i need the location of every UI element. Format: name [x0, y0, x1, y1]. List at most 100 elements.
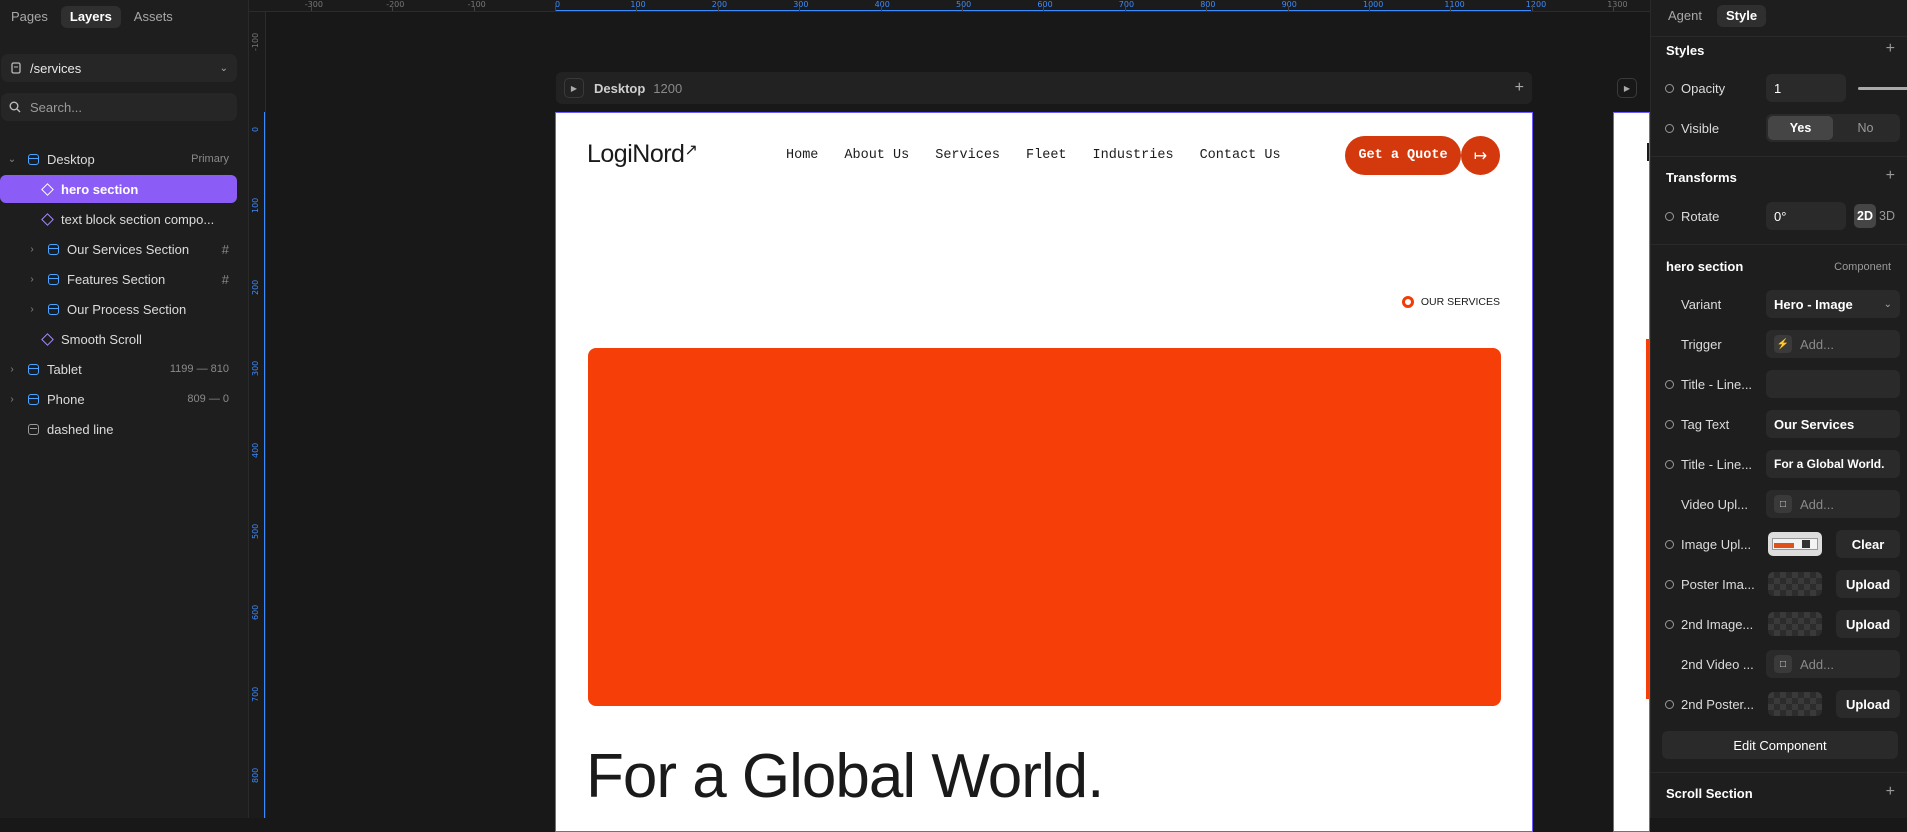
line-icon [27, 423, 39, 435]
chevron-right-icon[interactable]: › [5, 364, 19, 375]
variable-icon[interactable] [1665, 380, 1674, 389]
rotate-input[interactable]: 0° [1766, 202, 1846, 230]
tab-pages[interactable]: Pages [2, 6, 57, 28]
variable-icon[interactable] [1665, 540, 1674, 549]
nav-industries[interactable]: Industries [1093, 148, 1174, 163]
scroll-section-heading: Scroll Section [1666, 786, 1753, 801]
layer-name: Smooth Scroll [61, 331, 142, 347]
nav-services[interactable]: Services [935, 148, 1000, 163]
upload-button[interactable]: Upload [1836, 570, 1900, 598]
add-scroll-section-icon[interactable]: + [1886, 783, 1895, 801]
opacity-input[interactable]: 1 [1766, 74, 1846, 102]
add-breakpoint-icon[interactable]: + [1515, 79, 1524, 97]
ruler-tick-label: 100 [251, 198, 260, 214]
site-nav: Home About Us Services Fleet Industries … [786, 148, 1281, 163]
title-line-2-row: Title - Line... For a Global World. [1651, 449, 1907, 479]
tag-text-input[interactable]: Our Services [1766, 410, 1900, 438]
variable-icon[interactable] [1665, 84, 1674, 93]
tab-agent[interactable]: Agent [1659, 5, 1711, 27]
chevron-down-icon[interactable]: ⌄ [5, 154, 19, 165]
layer-desktop[interactable]: ⌄ Desktop Primary [0, 145, 237, 173]
ruler-tick-label: 600 [1037, 0, 1053, 9]
chevron-right-icon[interactable]: › [25, 274, 39, 285]
trigger-input[interactable]: ⚡ Add... [1766, 330, 1900, 358]
variable-icon[interactable] [1665, 580, 1674, 589]
layer-name: Tablet [47, 361, 82, 377]
grid-icon: # [221, 271, 229, 287]
desktop-frame[interactable]: LogiNord↗ Home About Us Services Fleet I… [555, 112, 1533, 832]
second-image-thumbnail[interactable] [1768, 612, 1822, 636]
visible-no[interactable]: No [1833, 116, 1898, 140]
second-video-input[interactable]: □ Add... [1766, 650, 1900, 678]
opacity-slider[interactable] [1858, 87, 1907, 90]
visible-row: Visible Yes No [1651, 113, 1907, 143]
tablet-frame[interactable] [1613, 112, 1650, 832]
play-icon[interactable]: ▶ [1617, 78, 1637, 98]
dimension-toggle[interactable]: 2D 3D [1852, 202, 1900, 230]
add-style-icon[interactable]: + [1886, 40, 1895, 58]
visible-yes[interactable]: Yes [1768, 116, 1833, 140]
nav-fleet[interactable]: Fleet [1026, 148, 1067, 163]
clear-button[interactable]: Clear [1836, 530, 1900, 558]
variable-icon[interactable] [1665, 212, 1674, 221]
layer-phone[interactable]: › Phone 809 — 0 [0, 385, 237, 413]
video-upload-input[interactable]: □ Add... [1766, 490, 1900, 518]
ruler-tick-label: 500 [251, 523, 260, 539]
layer-name: text block section compo... [61, 211, 215, 227]
variable-icon[interactable] [1665, 460, 1674, 469]
variable-icon[interactable] [1665, 620, 1674, 629]
page-selector[interactable]: /services ⌄ [1, 54, 237, 82]
layer-dashed-line[interactable]: dashed line [0, 415, 237, 443]
title-line-2-input[interactable]: For a Global World. [1766, 450, 1900, 478]
layer-tablet[interactable]: › Tablet 1199 — 810 [0, 355, 237, 383]
second-poster-label: 2nd Poster... [1681, 697, 1754, 712]
frame-toolbar[interactable]: ▶ Desktop 1200 + [556, 72, 1532, 104]
mode-3d[interactable]: 3D [1876, 204, 1898, 228]
ruler-tick-label: 500 [956, 0, 972, 9]
add-transform-icon[interactable]: + [1886, 167, 1895, 185]
frame-icon [27, 363, 39, 375]
layer-text-block-section[interactable]: text block section compo... [0, 205, 237, 233]
layer-smooth-scroll[interactable]: Smooth Scroll [0, 325, 237, 353]
frame-label: Desktop [594, 80, 646, 96]
layer-our-services-section[interactable]: › Our Services Section # [0, 235, 237, 263]
mode-2d[interactable]: 2D [1854, 204, 1876, 228]
transforms-heading: Transforms [1666, 170, 1737, 185]
variable-icon[interactable] [1665, 700, 1674, 709]
tab-assets[interactable]: Assets [125, 6, 182, 28]
get-quote-button[interactable]: Get a Quote [1345, 136, 1461, 175]
tab-style[interactable]: Style [1716, 5, 1767, 27]
variable-icon[interactable] [1665, 124, 1674, 133]
nav-home[interactable]: Home [786, 148, 818, 163]
ruler-tick-label: 900 [1281, 0, 1297, 9]
layer-search[interactable]: Search... [1, 93, 237, 121]
hero-image[interactable] [588, 348, 1501, 706]
second-image-label: 2nd Image... [1681, 617, 1754, 632]
title-line-1-input[interactable] [1766, 370, 1900, 398]
chevron-right-icon[interactable]: › [5, 394, 19, 405]
upload-button[interactable]: Upload [1836, 690, 1900, 718]
ruler-tick-label: 1000 [1363, 0, 1384, 9]
search-input[interactable]: Search... [30, 100, 82, 115]
edit-component-button[interactable]: Edit Component [1662, 731, 1898, 759]
second-poster-thumbnail[interactable] [1768, 692, 1822, 716]
visible-label: Visible [1681, 121, 1720, 136]
variant-select[interactable]: Hero - Image ⌄ [1766, 290, 1900, 318]
nav-about[interactable]: About Us [844, 148, 909, 163]
arrow-right-icon[interactable]: ↦ [1461, 136, 1500, 175]
ruler-tick-label: 800 [251, 767, 260, 784]
upload-button[interactable]: Upload [1836, 610, 1900, 638]
site-logo[interactable]: LogiNord↗ [587, 140, 698, 169]
chevron-right-icon[interactable]: › [25, 304, 39, 315]
layer-our-process-section[interactable]: › Our Process Section [0, 295, 237, 323]
chevron-right-icon[interactable]: › [25, 244, 39, 255]
image-thumbnail[interactable] [1768, 532, 1822, 556]
layer-hero-section[interactable]: hero section [0, 175, 237, 203]
nav-contact[interactable]: Contact Us [1200, 148, 1281, 163]
tab-layers[interactable]: Layers [60, 6, 121, 28]
variable-icon[interactable] [1665, 420, 1674, 429]
play-icon[interactable]: ▶ [564, 78, 584, 98]
layer-features-section[interactable]: › Features Section # [0, 265, 237, 293]
visible-toggle[interactable]: Yes No [1766, 114, 1900, 142]
poster-image-thumbnail[interactable] [1768, 572, 1822, 596]
